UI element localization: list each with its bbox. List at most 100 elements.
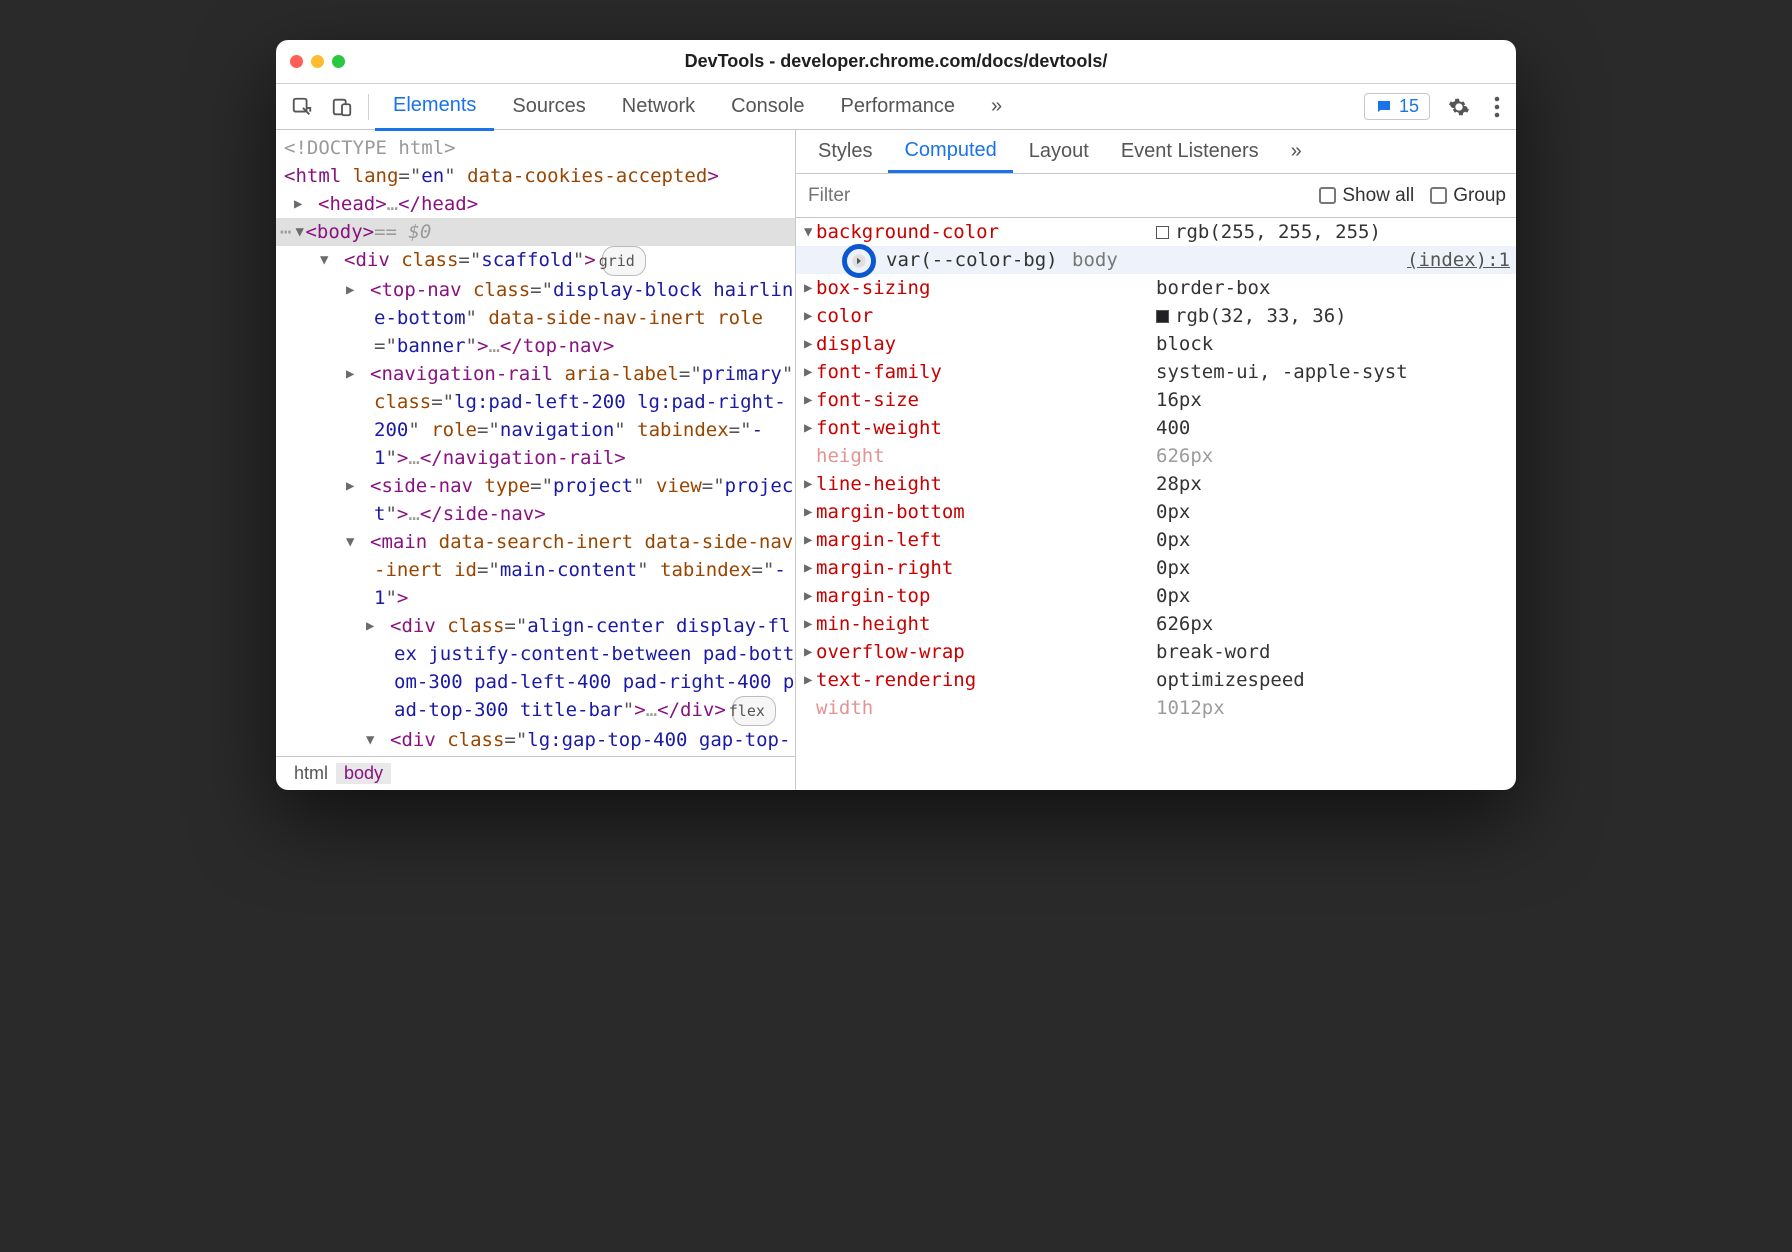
- property-value: 0px: [1156, 582, 1190, 610]
- property-value: system-ui, -apple-syst: [1156, 358, 1408, 386]
- computed-property-row[interactable]: ▶margin-left0px: [796, 526, 1516, 554]
- dom-main[interactable]: ▼<main data-search-inert data-side-nav-i…: [276, 528, 795, 612]
- window-title: DevTools - developer.chrome.com/docs/dev…: [276, 51, 1516, 72]
- computed-property-row[interactable]: ▶height626px: [796, 442, 1516, 470]
- expand-caret-icon[interactable]: ▶: [804, 358, 816, 386]
- computed-property-row[interactable]: ▶min-height626px: [796, 610, 1516, 638]
- property-name: margin-left: [816, 526, 1156, 554]
- expand-caret-icon[interactable]: ▶: [804, 666, 816, 694]
- computed-property-row[interactable]: ▶overflow-wrapbreak-word: [796, 638, 1516, 666]
- computed-trace-row[interactable]: var(--color-bg)body(index):1: [796, 246, 1516, 274]
- property-value: 16px: [1156, 386, 1202, 414]
- property-name: text-rendering: [816, 666, 1156, 694]
- ellipsis-icon[interactable]: ⋯: [276, 218, 295, 246]
- property-name: box-sizing: [816, 274, 1156, 302]
- subtab-layout[interactable]: Layout: [1013, 130, 1105, 173]
- expand-caret-icon[interactable]: ▶: [804, 526, 816, 554]
- computed-property-row[interactable]: ▶font-weight400: [796, 414, 1516, 442]
- layout-chip-flex[interactable]: flex: [732, 696, 776, 726]
- computed-property-row[interactable]: ▶margin-right0px: [796, 554, 1516, 582]
- show-all-checkbox[interactable]: Show all: [1319, 185, 1414, 207]
- close-window-icon[interactable]: [290, 55, 303, 68]
- subtab-computed[interactable]: Computed: [888, 130, 1012, 173]
- computed-property-row[interactable]: ▶line-height28px: [796, 470, 1516, 498]
- filter-input[interactable]: [806, 184, 1303, 208]
- minimize-window-icon[interactable]: [311, 55, 324, 68]
- computed-property-row[interactable]: ▶margin-bottom0px: [796, 498, 1516, 526]
- more-menu-icon[interactable]: [1478, 96, 1516, 118]
- main-tabs: Elements Sources Network Console Perform…: [375, 84, 1020, 130]
- dom-head-node[interactable]: ▶<head>…</head>: [276, 190, 795, 218]
- dom-top-nav[interactable]: ▶<top-nav class="display-block hairline-…: [276, 276, 795, 360]
- property-name: width: [816, 694, 1156, 722]
- dom-navigation-rail[interactable]: ▶<navigation-rail aria-label="primary" c…: [276, 360, 795, 472]
- zoom-window-icon[interactable]: [332, 55, 345, 68]
- issues-badge[interactable]: 15: [1364, 93, 1430, 120]
- computed-property-row[interactable]: ▶displayblock: [796, 330, 1516, 358]
- dom-html-node[interactable]: <html lang="en" data-cookies-accepted>: [276, 162, 795, 190]
- dom-doctype[interactable]: <!DOCTYPE html>: [284, 137, 456, 159]
- expand-caret-icon[interactable]: ▶: [804, 330, 816, 358]
- expand-caret-icon[interactable]: ▼: [804, 218, 816, 246]
- crumb-body[interactable]: body: [336, 763, 391, 784]
- computed-property-row[interactable]: ▶text-renderingoptimizespeed: [796, 666, 1516, 694]
- expand-caret-icon[interactable]: ▶: [804, 498, 816, 526]
- tabs-overflow[interactable]: »: [973, 84, 1020, 130]
- expand-caret-icon[interactable]: ▶: [804, 610, 816, 638]
- computed-property-row[interactable]: ▶width1012px: [796, 694, 1516, 722]
- expand-caret-icon[interactable]: ▶: [804, 582, 816, 610]
- computed-property-row[interactable]: ▶box-sizingborder-box: [796, 274, 1516, 302]
- property-name: color: [816, 302, 1156, 330]
- color-swatch-icon: [1156, 226, 1169, 239]
- tab-performance[interactable]: Performance: [823, 84, 974, 130]
- property-value: rgb(255, 255, 255): [1156, 218, 1381, 246]
- property-name: min-height: [816, 610, 1156, 638]
- property-value: 28px: [1156, 470, 1202, 498]
- subtab-event-listeners[interactable]: Event Listeners: [1105, 130, 1275, 173]
- group-checkbox[interactable]: Group: [1430, 185, 1506, 207]
- dom-tree[interactable]: <!DOCTYPE html> <html lang="en" data-coo…: [276, 130, 795, 756]
- expand-caret-icon[interactable]: ▶: [804, 386, 816, 414]
- settings-icon[interactable]: [1440, 96, 1478, 118]
- layout-chip-grid[interactable]: grid: [602, 246, 646, 276]
- tab-sources[interactable]: Sources: [494, 84, 603, 130]
- computed-property-row[interactable]: ▶margin-top0px: [796, 582, 1516, 610]
- color-swatch-icon: [1156, 310, 1169, 323]
- window-controls: [290, 55, 345, 68]
- dom-title-bar-div[interactable]: ▶<div class="align-center display-flex j…: [276, 612, 795, 726]
- computed-property-row[interactable]: ▶font-familysystem-ui, -apple-syst: [796, 358, 1516, 386]
- property-value: 0px: [1156, 554, 1190, 582]
- subtabs-overflow[interactable]: »: [1275, 130, 1318, 173]
- subtab-styles[interactable]: Styles: [802, 130, 888, 173]
- chat-icon: [1375, 98, 1393, 116]
- expand-caret-icon[interactable]: ▶: [804, 302, 816, 330]
- property-value: break-word: [1156, 638, 1270, 666]
- expand-caret-icon[interactable]: ▶: [804, 638, 816, 666]
- expand-caret-icon[interactable]: ▶: [804, 274, 816, 302]
- trace-source-link[interactable]: (index):1: [1212, 246, 1516, 274]
- dom-div-scaffold[interactable]: ▼<div class="scaffold">grid: [276, 246, 795, 276]
- dom-body-node-selected[interactable]: ⋯ ▼ <body> == $0: [276, 218, 795, 246]
- device-toolbar-icon[interactable]: [322, 84, 362, 130]
- computed-property-row[interactable]: ▶font-size16px: [796, 386, 1516, 414]
- crumb-html[interactable]: html: [286, 763, 336, 784]
- tab-elements[interactable]: Elements: [375, 84, 494, 131]
- go-to-source-icon[interactable]: [842, 244, 876, 278]
- inspect-element-icon[interactable]: [282, 84, 322, 130]
- expand-caret-icon[interactable]: ▶: [804, 554, 816, 582]
- computed-property-row[interactable]: ▶colorrgb(32, 33, 36): [796, 302, 1516, 330]
- filter-bar: Show all Group: [796, 174, 1516, 218]
- expand-caret-icon[interactable]: ▶: [804, 470, 816, 498]
- trace-value: var(--color-bg): [842, 246, 1072, 274]
- dom-gap-div[interactable]: ▼<div class="lg:gap-top-400 gap-top-0 pa…: [276, 726, 795, 756]
- property-name: font-size: [816, 386, 1156, 414]
- tab-network[interactable]: Network: [604, 84, 713, 130]
- expand-caret-icon[interactable]: ▶: [804, 414, 816, 442]
- computed-property-row[interactable]: ▼background-colorrgb(255, 255, 255): [796, 218, 1516, 246]
- computed-properties-list[interactable]: ▼background-colorrgb(255, 255, 255)var(-…: [796, 218, 1516, 790]
- dom-side-nav[interactable]: ▶<side-nav type="project" view="project"…: [276, 472, 795, 528]
- property-value: 626px: [1156, 610, 1213, 638]
- tab-console[interactable]: Console: [713, 84, 822, 130]
- property-name: margin-top: [816, 582, 1156, 610]
- property-name: height: [816, 442, 1156, 470]
